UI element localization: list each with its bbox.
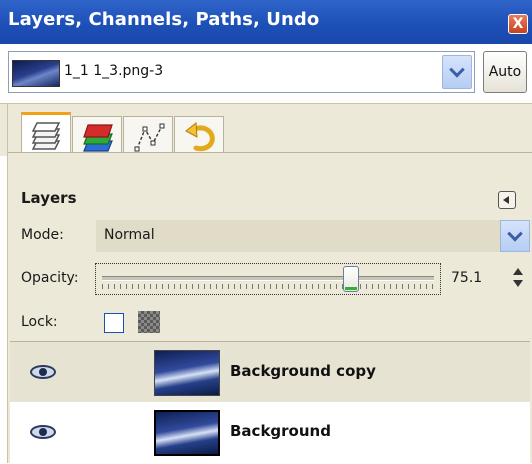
opacity-slider[interactable] bbox=[95, 263, 441, 295]
slider-handle[interactable] bbox=[343, 266, 360, 292]
layer-name: Background bbox=[230, 422, 331, 440]
mode-dropdown-button[interactable] bbox=[500, 220, 530, 252]
auto-button[interactable]: Auto bbox=[483, 51, 527, 93]
layers-panel: Layers Mode: Normal Opacity: 75.1 Lock: … bbox=[8, 152, 532, 464]
layer-row[interactable]: Background copy bbox=[10, 342, 530, 402]
layer-name: Background copy bbox=[230, 362, 376, 380]
image-select[interactable]: 1_1 1_3.png-3 bbox=[8, 51, 475, 93]
layer-thumbnail bbox=[154, 410, 220, 456]
image-selector-bar: 1_1 1_3.png-3 Auto bbox=[0, 44, 532, 104]
opacity-value: 75.1 bbox=[451, 270, 483, 286]
close-button[interactable]: X bbox=[508, 14, 528, 34]
channels-icon bbox=[83, 124, 113, 152]
chevron-down-icon bbox=[449, 62, 465, 78]
tab-paths[interactable] bbox=[123, 116, 173, 156]
window-title: Layers, Channels, Paths, Undo bbox=[8, 9, 320, 30]
mode-select[interactable]: Normal bbox=[96, 220, 530, 252]
dock-tab-strip bbox=[0, 104, 532, 463]
lock-label: Lock: bbox=[21, 314, 58, 330]
lock-alpha-icon[interactable] bbox=[138, 311, 160, 333]
tab-layers[interactable] bbox=[21, 112, 71, 157]
layers-list: Background copy Background bbox=[10, 341, 530, 464]
layer-thumbnail bbox=[154, 350, 220, 396]
eye-icon[interactable] bbox=[30, 425, 56, 439]
image-thumbnail bbox=[12, 60, 60, 87]
mode-value: Normal bbox=[104, 227, 155, 243]
image-name: 1_1 1_3.png-3 bbox=[64, 63, 164, 79]
opacity-label: Opacity: bbox=[21, 270, 79, 286]
panel-menu-icon[interactable] bbox=[498, 191, 516, 209]
slider-ticks bbox=[102, 284, 434, 289]
image-dropdown-button[interactable] bbox=[442, 55, 472, 89]
paths-icon bbox=[134, 123, 165, 152]
lock-checkbox[interactable] bbox=[104, 313, 124, 333]
arrow-down-icon[interactable] bbox=[513, 280, 523, 287]
window-titlebar: Layers, Channels, Paths, Undo X bbox=[0, 0, 532, 44]
panel-title: Layers bbox=[21, 189, 77, 207]
undo-icon bbox=[185, 122, 215, 152]
tab-undo[interactable] bbox=[174, 116, 224, 156]
tab-channels[interactable] bbox=[72, 116, 122, 156]
arrow-up-icon[interactable] bbox=[513, 268, 523, 275]
eye-icon[interactable] bbox=[30, 365, 56, 379]
mode-label: Mode: bbox=[21, 227, 64, 243]
layer-row[interactable]: Background bbox=[10, 402, 530, 462]
slider-track bbox=[102, 276, 434, 281]
chevron-down-icon bbox=[507, 226, 523, 242]
opacity-spinner[interactable] bbox=[510, 265, 526, 291]
layers-icon bbox=[31, 122, 61, 150]
